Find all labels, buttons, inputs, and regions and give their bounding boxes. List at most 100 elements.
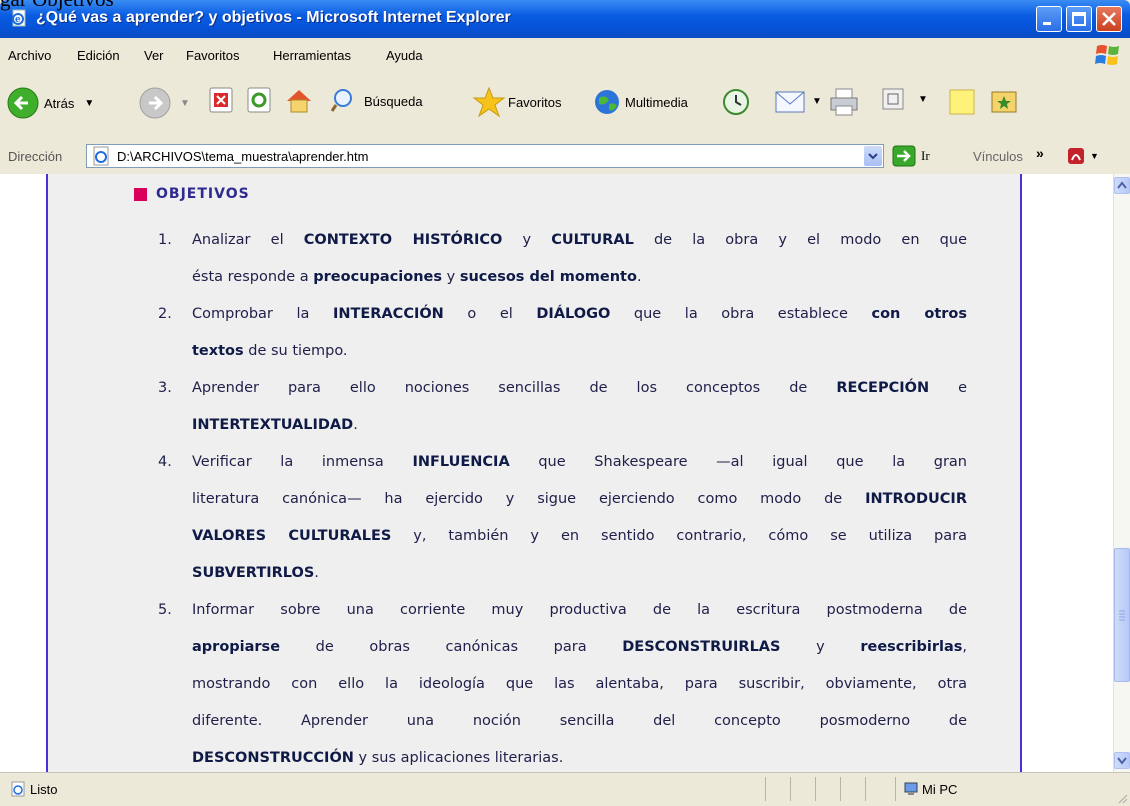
minimize-button[interactable] <box>1036 6 1062 32</box>
discuss-button[interactable] <box>946 86 978 118</box>
go-button[interactable]: Ir <box>892 145 930 167</box>
home-icon <box>287 90 311 113</box>
objective-emphasis: DIÁLOGO <box>536 306 611 322</box>
mail-button[interactable]: ▼ <box>774 86 822 116</box>
address-url[interactable]: D:\ARCHIVOS\tema_muestra\aprender.htm <box>117 149 368 164</box>
objective-line: DESCONSTRUCCIÓN y sus aplicaciones liter… <box>192 750 967 766</box>
objective-text: . <box>636 269 642 285</box>
vertical-scrollbar[interactable] <box>1113 174 1130 772</box>
favorites-button[interactable]: Favoritos <box>472 86 561 118</box>
objective-line: literatura canónica— ha ejercido y sigue… <box>192 491 967 507</box>
objective-text: de su tiempo. <box>243 343 348 359</box>
menu-ayuda[interactable]: Ayuda <box>386 48 423 63</box>
objective-emphasis: INFLUENCIA <box>412 454 510 470</box>
forward-button[interactable]: ▼ <box>138 86 190 120</box>
status-divider <box>895 777 896 801</box>
menu-herramientas[interactable]: Herramientas <box>273 48 351 63</box>
links-label[interactable]: Vínculos <box>973 149 1023 164</box>
objective-text: Comprobar la <box>192 306 333 322</box>
address-input[interactable]: D:\ARCHIVOS\tema_muestra\aprender.htm <box>86 144 884 168</box>
objective-emphasis: textos <box>192 343 244 359</box>
objective-emphasis: INTRODUCIR <box>865 491 967 507</box>
scroll-up-button[interactable] <box>1114 177 1130 194</box>
refresh-button[interactable] <box>246 86 272 114</box>
grip-lines-icon <box>1119 610 1125 621</box>
objective-text: y <box>780 639 861 655</box>
objective-line: ésta responde a preocupaciones y sucesos… <box>192 269 967 285</box>
objective-line: apropiarse de obras canónicas para DESCO… <box>192 639 967 655</box>
heading-bullet-icon <box>134 187 147 201</box>
objective-text: ésta responde a <box>192 269 314 285</box>
objective-text: que Shakespeare —al igual que la gran <box>509 454 967 470</box>
menu-ver[interactable]: Ver <box>144 48 164 63</box>
menu-edicion[interactable]: Edición <box>77 48 120 63</box>
minimize-icon <box>1043 22 1051 25</box>
page-icon <box>93 146 109 166</box>
zone-text: Mi PC <box>922 782 958 797</box>
close-button[interactable] <box>1096 6 1122 32</box>
objective-number: 1. <box>158 232 172 248</box>
links-chevron-icon[interactable]: » <box>1036 145 1044 161</box>
address-dropdown-button[interactable] <box>864 146 882 166</box>
back-dropdown-icon[interactable]: ▼ <box>84 98 94 109</box>
scroll-down-button[interactable] <box>1114 752 1130 769</box>
objective-text: diferente. Aprender una noción sencilla … <box>192 713 967 729</box>
objective-text: , <box>962 639 967 655</box>
objective-text: y sus aplicaciones literarias. <box>353 750 564 766</box>
acrobat-button[interactable]: ▼ <box>1066 146 1099 166</box>
forward-dropdown-icon[interactable]: ▼ <box>180 98 190 109</box>
objective-emphasis: con otros <box>871 306 968 322</box>
document-panel: OBJETIVOS 1. Analizar el CONTEXTO HISTÓRI… <box>46 174 1022 772</box>
messenger-button[interactable] <box>988 86 1020 118</box>
objective-line: Aprender para ello nociones sencillas de… <box>192 380 967 396</box>
menu-favoritos[interactable]: Favoritos <box>186 48 239 63</box>
back-button[interactable]: Atrás ▼ <box>6 86 94 120</box>
objective-number: 2. <box>158 306 172 322</box>
stop-icon <box>209 87 233 113</box>
refresh-icon <box>247 87 271 113</box>
objective-line: VALORES CULTURALES y, también y en senti… <box>192 528 967 544</box>
edit-dropdown-icon[interactable]: ▼ <box>918 94 928 105</box>
status-text: Listo <box>30 782 58 797</box>
objective-emphasis: INTERTEXTUALIDAD <box>192 417 354 433</box>
objective-text: de obras canónicas para <box>280 639 623 655</box>
search-button[interactable]: Búsqueda <box>330 86 423 116</box>
chevron-up-icon <box>1117 181 1127 189</box>
objective-line: SUBVERTIRLOS. <box>192 565 967 581</box>
objective-text: Verificar la inmensa <box>192 454 413 470</box>
resize-grip-icon[interactable] <box>1116 792 1128 804</box>
objective-text: Informar sobre una corriente muy product… <box>192 602 967 618</box>
stop-button[interactable] <box>208 86 234 114</box>
maximize-button[interactable] <box>1066 6 1092 32</box>
menu-bar: Archivo Edición Ver Favoritos Herramient… <box>0 38 1130 73</box>
menu-archivo[interactable]: Archivo <box>8 48 51 63</box>
page-done-icon <box>11 781 25 797</box>
objective-text: de la obra y el modo en que <box>633 232 967 248</box>
objective-number: 3. <box>158 380 172 396</box>
mail-icon <box>775 91 805 113</box>
title-bar[interactable]: e ¿Qué vas a aprender? y objetivos - Mic… <box>0 0 1130 38</box>
objective-line: Analizar el CONTEXTO HISTÓRICO y CULTURA… <box>192 232 967 248</box>
objective-emphasis: CULTURAL <box>551 232 634 248</box>
scroll-thumb[interactable] <box>1114 548 1130 682</box>
edit-icon <box>882 88 904 110</box>
objective-emphasis: apropiarse <box>192 639 281 655</box>
status-divider <box>865 777 866 801</box>
media-button[interactable]: Multimedia <box>591 86 688 118</box>
back-arrow-icon <box>7 87 39 119</box>
objective-text: . <box>353 417 358 433</box>
print-button[interactable] <box>828 86 860 118</box>
history-button[interactable] <box>720 86 752 118</box>
note-icon <box>949 89 975 115</box>
forward-arrow-icon <box>139 87 171 119</box>
acrobat-dropdown-icon[interactable]: ▼ <box>1090 151 1099 161</box>
page-content[interactable]: OBJETIVOS 1. Analizar el CONTEXTO HISTÓRI… <box>0 174 1113 772</box>
status-bar: Listo Mi PC <box>0 772 1130 806</box>
svg-text:e: e <box>15 15 21 25</box>
favorites-star-icon <box>472 86 506 118</box>
objective-text: y, también y en sentido contrario, cómo … <box>391 528 967 544</box>
edit-button[interactable]: ▼ <box>880 86 928 112</box>
mail-dropdown-icon[interactable]: ▼ <box>812 96 822 107</box>
objective-emphasis: reescribirlas <box>860 639 963 655</box>
home-button[interactable] <box>284 86 314 116</box>
